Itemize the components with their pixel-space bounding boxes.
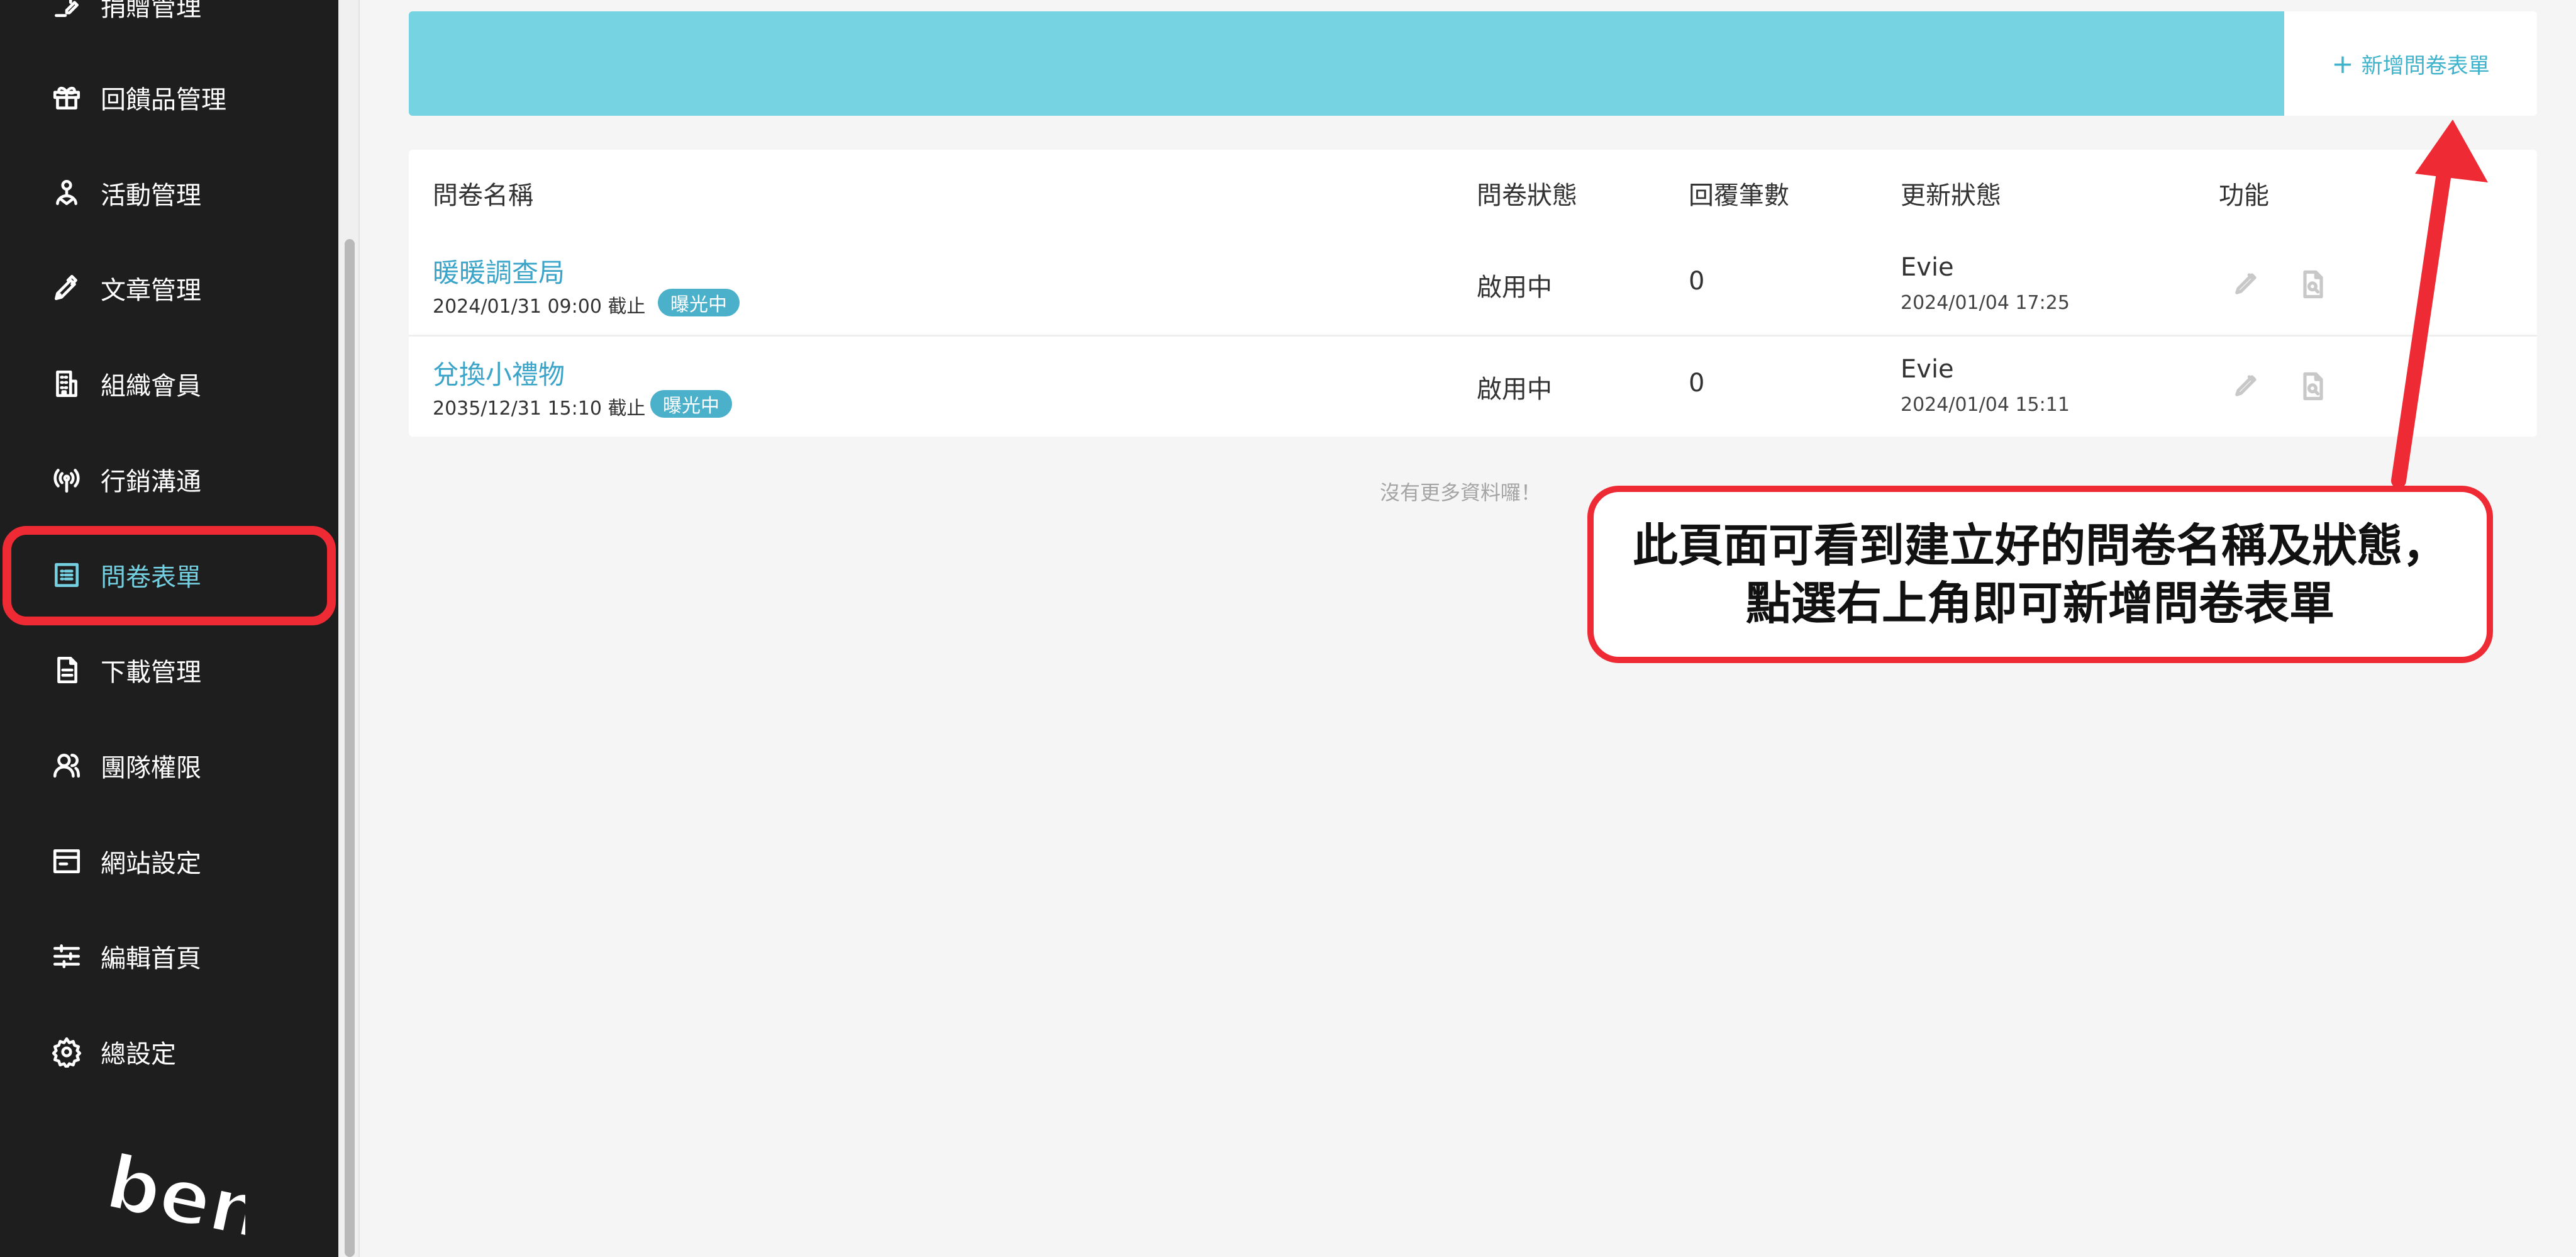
survey-status: 啟用中 <box>1477 375 1552 404</box>
updated-by: Evie <box>1901 355 1954 384</box>
sidebar-item-label: 組織會員 <box>101 372 201 401</box>
updated-at: 2024/01/04 17:25 <box>1901 292 2070 314</box>
sidebar-item-label: 文章管理 <box>101 276 201 305</box>
sidebar-item-edit-home[interactable]: 編輯首頁 <box>0 925 338 988</box>
broadcast-icon <box>50 463 83 496</box>
status-badge: 曝光中 <box>658 289 740 316</box>
updated-by: Evie <box>1901 253 1954 282</box>
sidebar-item-events[interactable]: 活動管理 <box>0 162 338 225</box>
plus-icon: + <box>2331 48 2354 79</box>
sidebar-item-label: 編輯首頁 <box>101 944 201 973</box>
ben-logo: ben <box>101 1139 245 1246</box>
annotation-line-2: 點選右上角即可新增問卷表單 <box>1745 577 2334 630</box>
sidebar-item-label: 捐贈管理 <box>101 0 201 22</box>
sidebar: 捐贈管理 回饋品管理 活動管理 文章管理 組織會員 行銷溝通 問卷表單 下載管理… <box>0 0 338 1257</box>
row-divider <box>409 335 2537 337</box>
updated-at: 2024/01/04 15:11 <box>1901 394 2070 416</box>
survey-status: 啟用中 <box>1477 273 1552 302</box>
add-survey-button[interactable]: + 新增問卷表單 <box>2284 11 2537 116</box>
survey-name-link[interactable]: 兌換小禮物 <box>433 354 565 392</box>
edit-note-icon <box>50 0 83 21</box>
sidebar-item-label: 網站設定 <box>101 849 201 878</box>
column-header-updated: 更新狀態 <box>1901 181 2001 210</box>
building-icon <box>50 367 83 400</box>
header-banner <box>409 11 2284 116</box>
logo-text: ben <box>101 1139 245 1246</box>
column-header-name: 問卷名稱 <box>433 181 533 210</box>
sidebar-item-label: 行銷溝通 <box>101 467 201 496</box>
sidebar-item-rewards[interactable]: 回饋品管理 <box>0 66 338 129</box>
edit-icon[interactable] <box>2230 369 2263 401</box>
response-count: 0 <box>1689 369 1705 398</box>
sidebar-item-downloads[interactable]: 下載管理 <box>0 639 338 701</box>
sidebar-item-site-settings[interactable]: 網站設定 <box>0 830 338 893</box>
browser-window-icon <box>50 845 83 878</box>
gear-icon <box>50 1036 83 1068</box>
sliders-icon <box>50 940 83 973</box>
add-survey-label: 新增問卷表單 <box>2361 53 2490 79</box>
annotation-line-1: 此頁面可看到建立好的問卷名稱及狀態， <box>1632 519 2448 572</box>
no-more-data-text: 沒有更多資料囉！ <box>1380 481 1541 505</box>
preview-icon[interactable] <box>2297 268 2329 301</box>
column-header-status: 問卷狀態 <box>1477 181 1577 210</box>
survey-deadline: 2024/01/31 09:00 截止 <box>433 296 646 318</box>
survey-deadline: 2035/12/31 15:10 截止 <box>433 398 646 420</box>
sidebar-item-label: 總設定 <box>101 1040 176 1069</box>
annotation-callout: 此頁面可看到建立好的問卷名稱及狀態， 點選右上角即可新增問卷表單 <box>1587 486 2493 663</box>
sidebar-item-label: 活動管理 <box>101 181 201 210</box>
survey-name-link[interactable]: 暖暖調查局 <box>433 252 565 290</box>
sidebar-item-donations[interactable]: 捐贈管理 <box>0 0 338 36</box>
sidebar-item-label: 團隊權限 <box>101 754 201 783</box>
preview-icon[interactable] <box>2297 370 2329 403</box>
edit-icon[interactable] <box>2230 267 2263 299</box>
sidebar-item-articles[interactable]: 文章管理 <box>0 257 338 320</box>
sidebar-item-general-settings[interactable]: 總設定 <box>0 1020 338 1083</box>
active-item-highlight <box>3 526 336 625</box>
column-header-responses: 回覆筆數 <box>1689 181 1789 210</box>
activity-icon <box>50 177 83 210</box>
pen-icon <box>50 272 83 304</box>
sidebar-item-label: 下載管理 <box>101 658 201 687</box>
document-icon <box>50 654 83 686</box>
response-count: 0 <box>1689 267 1705 296</box>
users-icon <box>50 749 83 782</box>
sidebar-item-marketing[interactable]: 行銷溝通 <box>0 448 338 511</box>
sidebar-item-members[interactable]: 組織會員 <box>0 352 338 415</box>
sidebar-item-label: 回饋品管理 <box>101 86 226 115</box>
sidebar-item-team[interactable]: 團隊權限 <box>0 734 338 797</box>
column-header-actions: 功能 <box>2219 181 2269 210</box>
status-badge: 曝光中 <box>650 390 732 418</box>
sidebar-scrollbar-thumb[interactable] <box>345 239 355 1257</box>
gift-icon <box>50 81 83 114</box>
